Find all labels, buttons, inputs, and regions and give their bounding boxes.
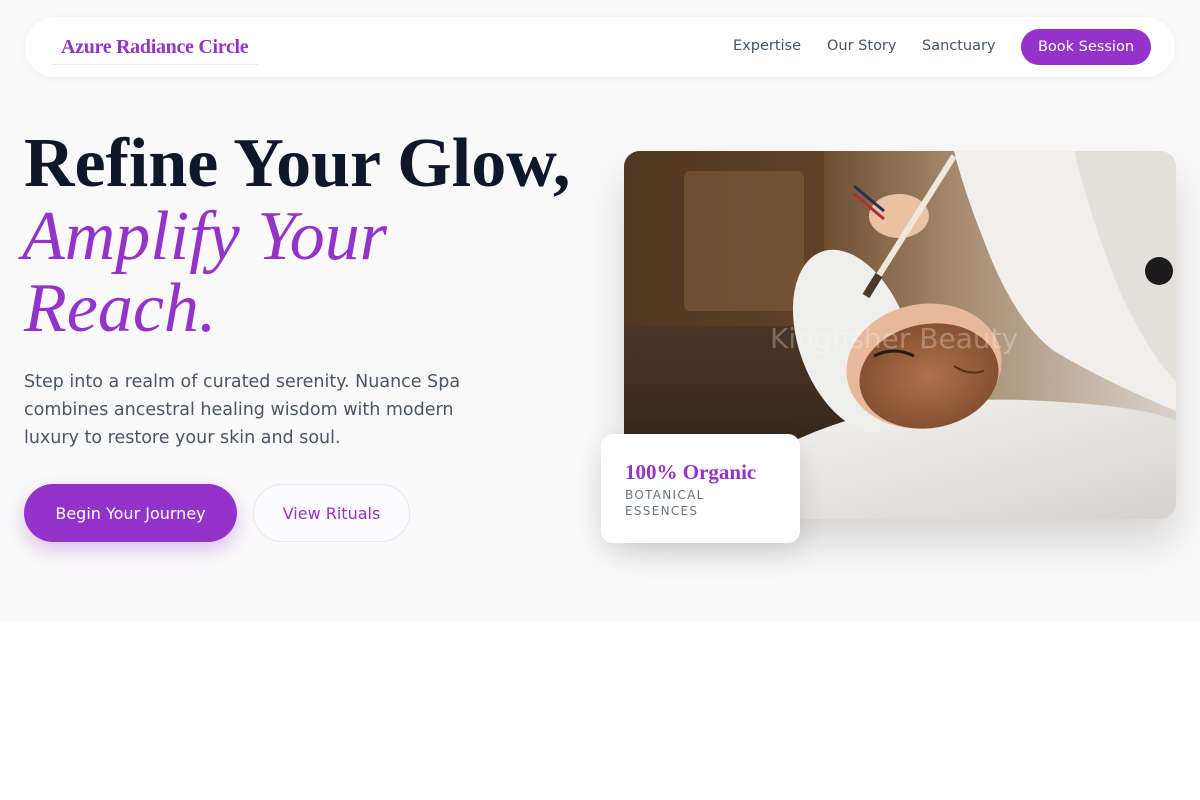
view-rituals-button[interactable]: View Rituals [253,484,410,542]
hero-heading-line-1: Refine Your Glow, [24,125,571,202]
book-session-button[interactable]: Book Session [1021,29,1151,65]
hero-heading-line-3: Reach. [24,270,217,347]
nav-link-sanctuary[interactable]: Sanctuary [922,38,996,54]
brand-logo[interactable]: Azure Radiance Circle [52,35,259,65]
badge-title: 100% Organic [625,460,757,484]
hero-intro-text: Step into a realm of curated serenity. N… [24,372,461,448]
badge-subtitle: Botanical Essences [625,488,705,518]
begin-journey-button[interactable]: Begin Your Journey [24,484,237,542]
photo-watermark: Kingfisher Beauty [770,322,1019,355]
hero-heading-line-2: Amplify Your [22,198,387,275]
organic-badge-card: 100% Organic Botanical Essences [601,434,800,543]
nav-link-our-story[interactable]: Our Story [827,38,896,54]
nav-link-expertise[interactable]: Expertise [733,38,801,54]
